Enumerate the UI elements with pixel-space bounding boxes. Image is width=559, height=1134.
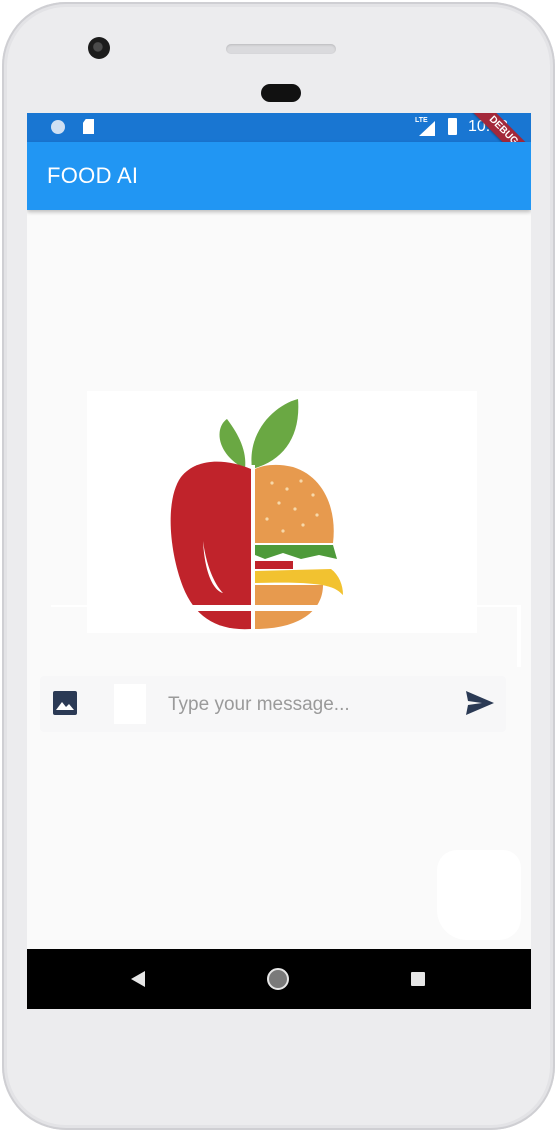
- apple-burger-logo-icon: [170, 399, 353, 633]
- sd-card-icon: [83, 119, 94, 134]
- send-button[interactable]: [464, 689, 496, 717]
- top-speaker-grille: [226, 44, 336, 54]
- status-bar: LTE 10:43 DEBUG: [27, 113, 531, 173]
- circle-notification-icon: [51, 120, 65, 134]
- battery-icon: [448, 118, 457, 135]
- send-icon: [466, 691, 494, 715]
- app-bar: FOOD AI: [27, 142, 531, 210]
- food-ai-logo: [87, 391, 477, 633]
- front-camera: [88, 37, 110, 59]
- message-input[interactable]: [166, 684, 460, 726]
- earpiece: [261, 84, 301, 102]
- logo-side-divider: [517, 605, 521, 667]
- message-composer: [40, 676, 506, 732]
- logo-underline-divider: [51, 605, 521, 607]
- back-icon[interactable]: [131, 971, 145, 987]
- home-icon[interactable]: [267, 968, 289, 990]
- pick-image-button[interactable]: [52, 690, 78, 716]
- app-screen: LTE 10:43 DEBUG FOOD AI: [27, 113, 531, 1009]
- signal-icon: [419, 121, 435, 136]
- recent-apps-icon[interactable]: [411, 972, 425, 986]
- app-title: FOOD AI: [47, 163, 139, 188]
- image-icon: [53, 691, 77, 715]
- floating-blank-overlay: [437, 850, 521, 940]
- system-navigation-bar: [27, 949, 531, 1009]
- blank-thumbnail: [114, 684, 146, 724]
